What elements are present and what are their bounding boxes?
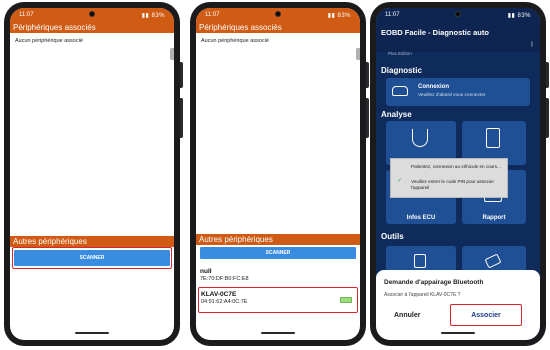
signal-icon: ▮▮ [507,12,516,19]
no-paired-text: Aucun périphérique associé [201,38,269,44]
phone-2: 11:07 ▮▮ 83% Périphériques associés Aucu… [190,2,369,346]
power-button [546,98,549,138]
eobd-app: 11:07 ▮▮ 83% EOBD Facile - Diagnostic au… [376,8,540,340]
paired-devices-header: Périphériques associés [10,22,174,33]
scan-button[interactable]: SCANNER [200,247,356,259]
other-devices-header: Autres périphériques [10,236,174,247]
paired-devices-header: Périphériques associés [196,22,360,33]
document-icon [486,128,500,148]
stethoscope-icon [412,129,428,147]
keyboard-icon [340,297,352,303]
bluetooth-icon: ᛒ [530,42,534,48]
signal-icon: ▮▮ [327,12,336,19]
phone-1: 11:07 ▮▮ 83% Périphériques associés Aucu… [4,2,183,346]
pin-text: Veuillez entrer le code PIN pour associe… [411,179,494,190]
signal-icon: ▮▮ [141,12,150,19]
car-icon [392,86,408,96]
device-item-klav[interactable]: KLAV-0C7E 04:91:62:A4:0C:7E [201,291,247,305]
camera-icon [89,11,95,17]
status-icons: ▮▮ 83% [508,12,531,19]
other-devices-header: Autres périphériques [196,234,360,245]
cancel-button[interactable]: Annuler [394,312,420,319]
outils-section-title: Outils [381,232,404,241]
connexion-label: Connexion [418,84,449,90]
home-indicator[interactable] [441,332,475,334]
device-mac: 04:91:62:A4:0C:7E [201,299,248,305]
camera-icon [275,11,281,17]
accept-button[interactable]: Associer [450,312,522,319]
connexion-card[interactable]: Connexion Veuillez d'abord vous connecte… [386,78,530,106]
scroll-handle[interactable] [170,48,174,60]
scan-button[interactable]: SCANNER [14,250,170,266]
connexion-subtitle: Veuillez d'abord vous connecter [418,93,486,98]
home-indicator[interactable] [261,332,295,334]
phone-3: 11:07 ▮▮ 83% EOBD Facile - Diagnostic au… [370,2,549,346]
status-icons: ▮▮ 83% [328,12,351,19]
battery-percent: 83% [337,12,351,19]
scroll-handle[interactable] [356,48,360,60]
home-indicator[interactable] [75,332,109,334]
volume-button [180,62,183,88]
infos-ecu-label: Infos ECU [406,215,436,221]
check-icon: ✓ [397,178,403,184]
diagnostic-section-title: Diagnostic [381,66,422,75]
rapport-label: Rapport [482,215,506,221]
status-icons: ▮▮ 83% [142,12,165,19]
connecting-dialog: ✓ Patientez, connexion au véhicule en co… [390,158,508,198]
volume-button [546,62,549,88]
bt-dialog-message: Associer à l'appareil KLAV-0C7E ? [384,292,461,298]
screen-3: 11:07 ▮▮ 83% EOBD Facile - Diagnostic au… [376,8,540,340]
screen-2: 11:07 ▮▮ 83% Périphériques associés Aucu… [196,8,360,340]
power-button [366,98,369,138]
screen-1: 11:07 ▮▮ 83% Périphériques associés Aucu… [10,8,174,340]
wait-text: Patientez, connexion au véhicule en cour… [411,164,501,169]
battery-percent: 83% [517,12,531,19]
no-paired-text: Aucun périphérique associé [15,38,83,44]
battery-percent: 83% [151,12,165,19]
bluetooth-pairing-sheet: Demande d'appairage Bluetooth Associer à… [376,270,540,340]
status-time: 11:07 [385,12,400,18]
app-title: EOBD Facile - Diagnostic auto [381,28,489,37]
analyse-section-title: Analyse [381,110,412,119]
volume-button [366,62,369,88]
device-name: KLAV-0C7E [201,291,237,298]
camera-icon [455,11,461,17]
eraser-icon [484,253,502,269]
bt-dialog-title: Demande d'appairage Bluetooth [384,279,484,286]
device-name: null [200,268,212,275]
power-button [180,98,183,138]
device-item[interactable]: null 7E:70:DF:B0:FC:E8 [200,268,249,282]
device-mac: 7E:70:DF:B0:FC:E8 [200,276,249,282]
status-time: 11:07 [205,12,220,18]
status-time: 11:07 [19,12,34,18]
scanner-icon [414,254,426,268]
edition-label: Plus Edition [388,51,412,56]
